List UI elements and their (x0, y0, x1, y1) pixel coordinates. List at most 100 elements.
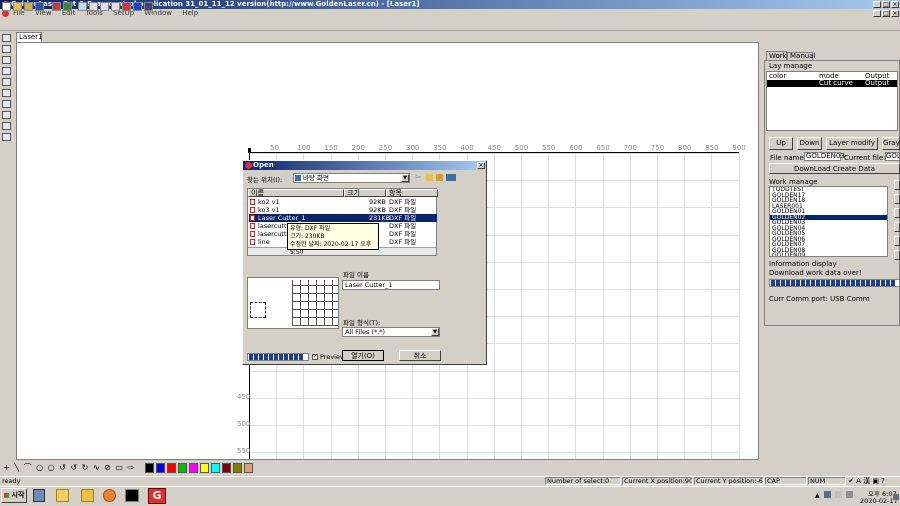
fit-icon[interactable] (111, 2, 120, 11)
start-button[interactable]: 시작 (1, 488, 27, 503)
shape-tool-icon[interactable] (2, 67, 11, 75)
monitor-icon[interactable] (144, 2, 153, 11)
open-file-icon[interactable] (24, 2, 33, 11)
open-button[interactable]: 열기(O) (342, 350, 384, 361)
column-size-header[interactable]: 크기 (344, 189, 386, 197)
info-label: Information display (769, 260, 837, 268)
palette-swatch[interactable] (178, 463, 187, 473)
column-type-header[interactable]: 항목 (386, 189, 438, 197)
mirror-tool-icon[interactable] (2, 45, 11, 53)
dialog-close-button[interactable]: × (477, 162, 485, 169)
ime-icons[interactable]: ✔ A 漢 ▣ ? (848, 477, 885, 485)
close-button[interactable]: × (891, 1, 899, 8)
new-file-icon[interactable] (2, 2, 11, 11)
tray-network-icon[interactable] (824, 491, 831, 498)
work-side-button[interactable] (894, 236, 900, 246)
palette-swatch[interactable] (156, 463, 165, 473)
up-folder-icon[interactable] (426, 174, 433, 181)
file-name-field[interactable]: GOLDEN03 (804, 152, 845, 161)
palette-swatch[interactable] (145, 463, 154, 473)
tray-flag-icon[interactable] (835, 491, 842, 498)
work-side-button[interactable] (894, 194, 900, 204)
quicklaunch-desktop-icon[interactable] (33, 489, 45, 502)
down-button[interactable]: Down (797, 137, 822, 150)
tray-volume-icon[interactable] (846, 491, 853, 498)
mdi-close-button[interactable]: × (891, 10, 899, 17)
grid-line (602, 153, 604, 459)
reference-icon[interactable] (122, 2, 131, 11)
quicklaunch-explorer-icon[interactable] (81, 489, 94, 502)
back-icon[interactable]: ⇦ (415, 174, 422, 181)
palette-swatch[interactable] (233, 463, 242, 473)
work-side-button[interactable] (894, 250, 900, 260)
terminal-task-icon[interactable] (125, 489, 139, 502)
rotate-tool-icon[interactable] (2, 89, 11, 97)
download-create-data-button[interactable]: DownLoad Create Data (769, 163, 900, 174)
palette-swatch[interactable] (222, 463, 231, 473)
chevron-down-icon[interactable]: ▼ (401, 174, 409, 182)
select-icon[interactable] (78, 2, 87, 11)
layer-tool-icon[interactable] (2, 34, 11, 42)
ruler-top-label: 800 (678, 144, 692, 152)
gray-button[interactable]: Gray (882, 137, 900, 150)
quicklaunch-media-icon[interactable] (103, 489, 116, 502)
look-in-select[interactable]: 바탕 화면 ▼ (293, 173, 410, 183)
file-row[interactable]: Laser Cutter_1 231KB DXF 파일 (249, 214, 437, 222)
pan-icon[interactable] (89, 2, 98, 11)
exit-tool-icon[interactable] (2, 133, 11, 141)
grid-tool-icon[interactable] (2, 122, 11, 130)
minimize-button[interactable]: _ (873, 1, 881, 8)
menu-help[interactable]: Help (182, 9, 198, 18)
draw-tools[interactable]: + ╲ ⌒ ○ ○ ↺ ↺ ↻ ∿ ⊘ ▭ ⇨ (3, 463, 135, 473)
chevron-down-icon[interactable]: ▼ (431, 328, 439, 336)
open-folder-icon[interactable] (13, 2, 22, 11)
group-tool-icon[interactable] (2, 78, 11, 86)
preview-checkbox[interactable]: ✓ (312, 354, 318, 360)
work-side-button[interactable] (894, 208, 900, 218)
palette-swatch[interactable] (200, 463, 209, 473)
palette-swatch[interactable] (244, 463, 253, 473)
work-side-button[interactable] (894, 180, 900, 190)
array-icon[interactable] (133, 2, 142, 11)
mdi-minimize-button[interactable]: _ (873, 10, 881, 17)
mdi-restore-button[interactable]: □ (882, 10, 890, 17)
file-row[interactable]: ko3 v1 92KB DXF 파일 (249, 206, 437, 214)
import-icon[interactable] (52, 2, 61, 11)
ruler-top-label: 200 (351, 144, 365, 152)
ruler-top-label: 350 (433, 144, 447, 152)
filetype-select[interactable]: All Files (*.*) ▼ (342, 327, 440, 337)
export-icon[interactable] (63, 2, 72, 11)
save-icon[interactable] (35, 2, 44, 11)
lay-row[interactable]: Cut curve Output (767, 80, 897, 87)
notification-icon[interactable] (893, 494, 899, 500)
tab-laser1[interactable]: Laser1 (16, 32, 42, 42)
work-list-item[interactable]: GOLDEN09 (770, 253, 887, 256)
work-list[interactable]: TODDTEST GOLDEN17 GOLDEN18 LASER001 GOLDEN01… (769, 186, 888, 257)
work-side-button[interactable] (894, 222, 900, 232)
zoom-icon[interactable] (100, 2, 109, 11)
comm-port-text: Curr Comm port: USB Comm (769, 295, 870, 303)
view-menu-icon[interactable] (446, 174, 456, 181)
align-tool-icon[interactable] (2, 56, 11, 64)
palette-swatch[interactable] (211, 463, 220, 473)
ruler-left-label: 500 (237, 420, 251, 428)
tab-manual[interactable]: Manual (787, 52, 815, 60)
order-tool-icon[interactable] (2, 111, 11, 119)
cancel-button[interactable]: 취소 (399, 350, 441, 361)
up-button[interactable]: Up (769, 137, 793, 150)
maximize-button[interactable]: □ (882, 1, 890, 8)
file-row[interactable]: ko2 v1 92KB DXF 파일 (249, 198, 437, 206)
goldenlaser-task-icon[interactable]: G (148, 488, 166, 504)
tray-arrow-icon[interactable]: ▲ (815, 492, 820, 499)
scale-tool-icon[interactable] (2, 100, 11, 108)
quicklaunch-folder-icon[interactable] (56, 489, 69, 502)
filename-input[interactable]: Laser Cutter_1 (342, 280, 440, 290)
lay-table[interactable]: color mode Output Cut curve Output (766, 71, 898, 131)
tab-work[interactable]: Work (766, 51, 787, 60)
palette-swatch[interactable] (167, 463, 176, 473)
layer-modify-button[interactable]: Layer modify (826, 137, 878, 150)
new-folder-icon[interactable] (436, 174, 443, 181)
column-name-header[interactable]: 이름 (248, 189, 344, 197)
grid-line (249, 452, 739, 454)
palette-swatch[interactable] (189, 463, 198, 473)
